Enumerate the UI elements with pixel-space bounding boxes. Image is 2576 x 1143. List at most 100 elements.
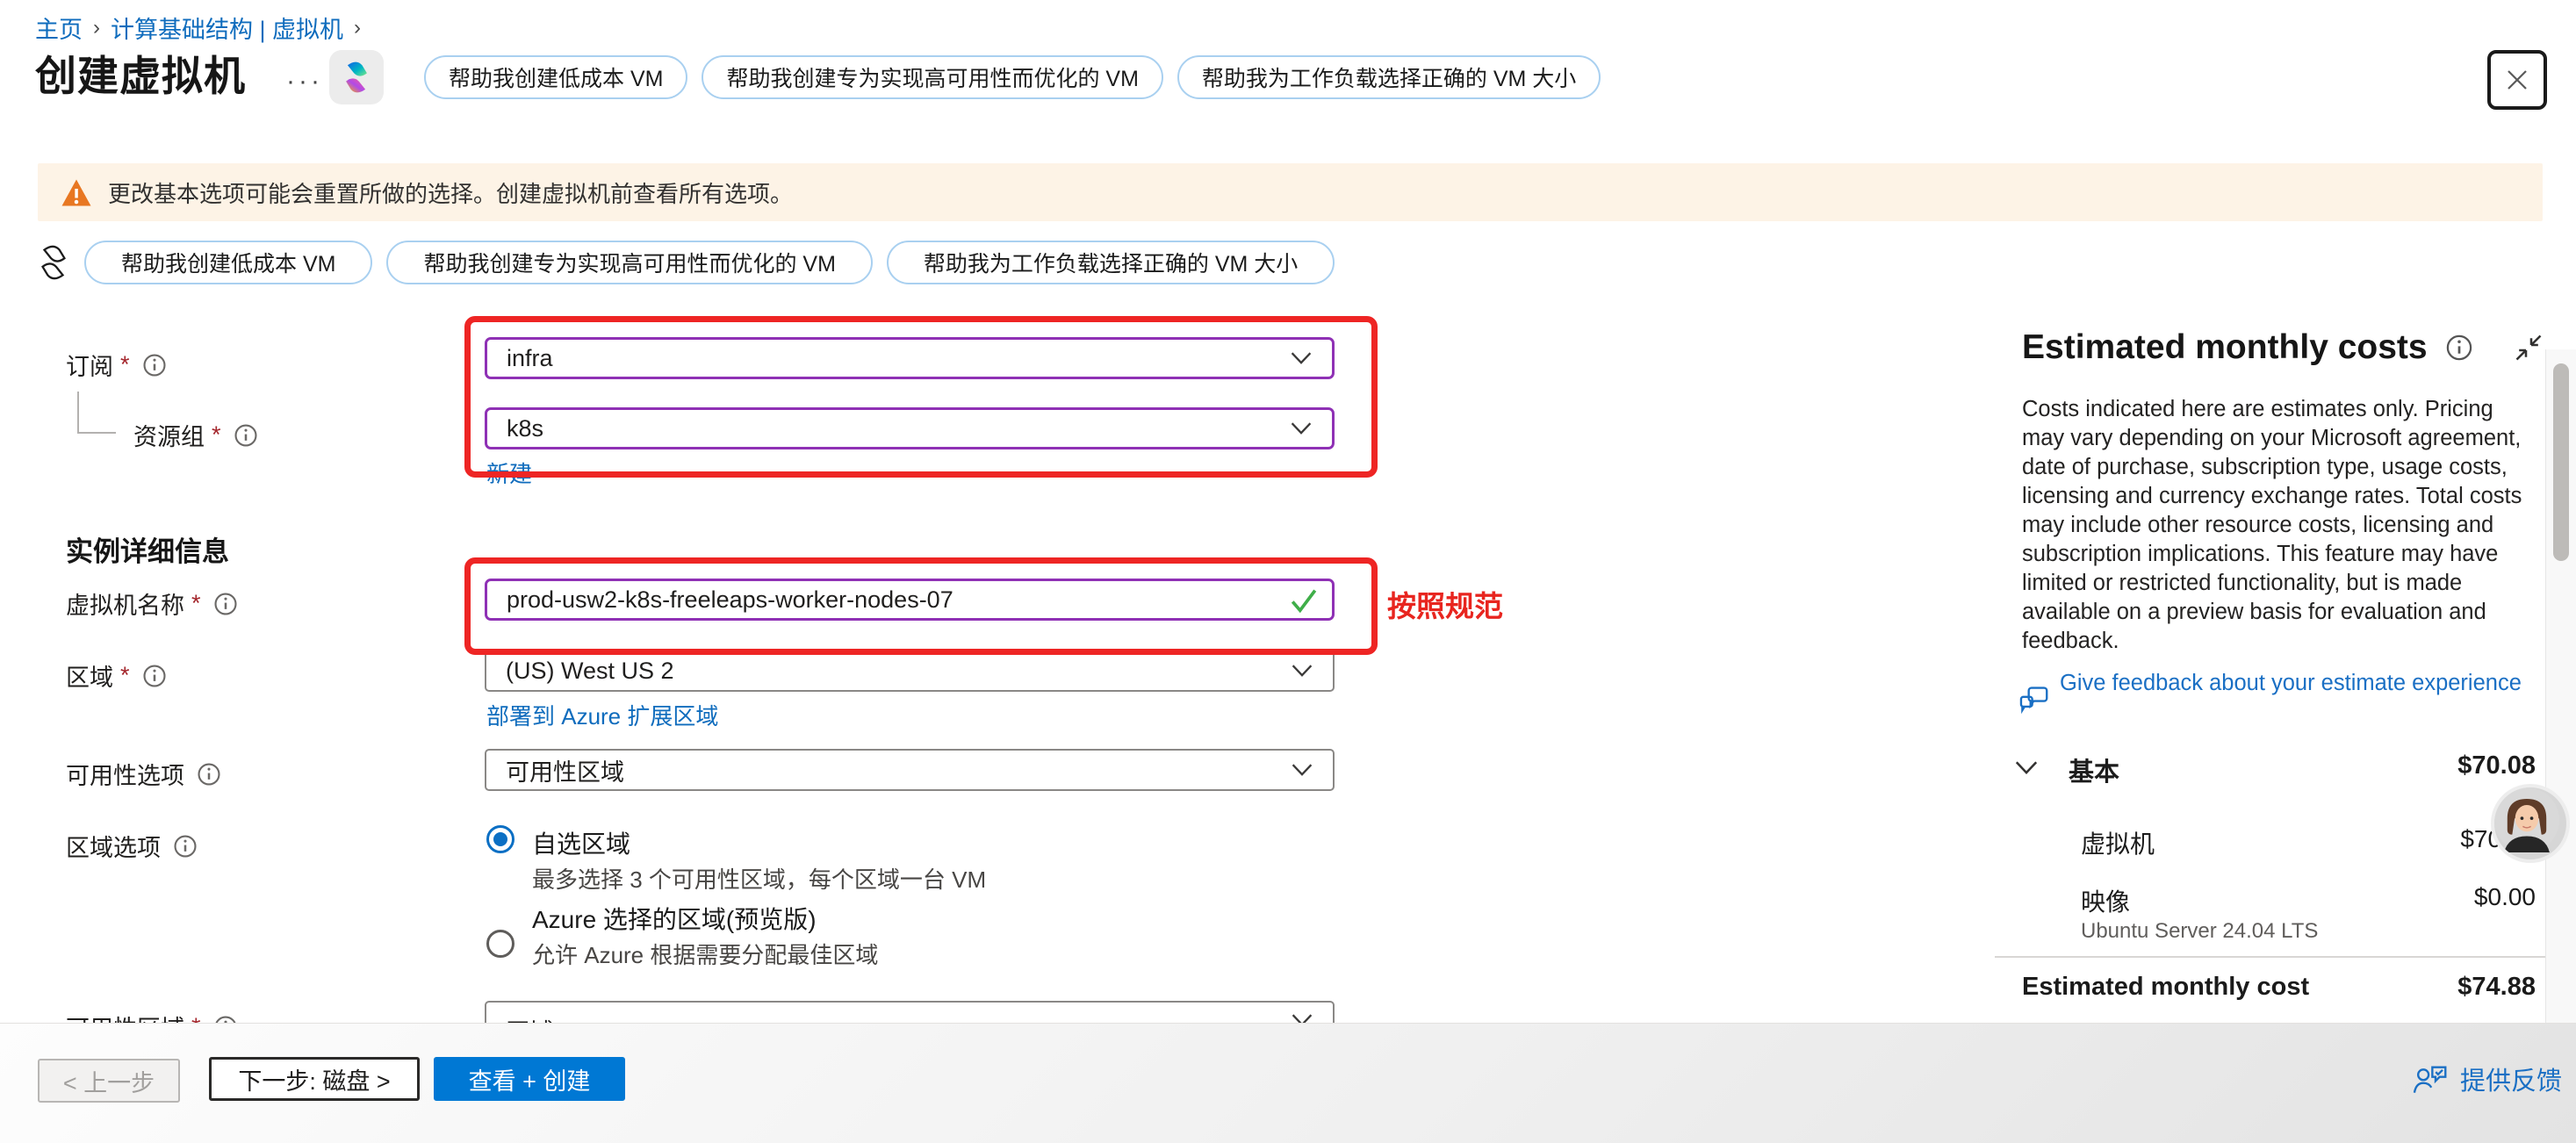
info-icon[interactable] bbox=[213, 1015, 238, 1024]
close-button[interactable] bbox=[2487, 50, 2547, 110]
warning-banner-text: 更改基本选项可能会重置所做的选择。创建虚拟机前查看所有选项。 bbox=[108, 176, 793, 209]
region-value: (US) West US 2 bbox=[506, 658, 674, 685]
info-icon[interactable] bbox=[173, 834, 198, 859]
azure-select-zones-label[interactable]: Azure 选择的区域(预览版) bbox=[532, 901, 817, 936]
cost-panel-description: Costs indicated here are estimates only.… bbox=[2022, 395, 2531, 656]
cost-image-value: $0.00 bbox=[2283, 883, 2536, 911]
estimate-feedback-link[interactable]: Give feedback about your estimate experi… bbox=[2060, 669, 2544, 698]
vm-name-input[interactable] bbox=[485, 579, 1335, 621]
deploy-edge-zone-link[interactable]: 部署到 Azure 扩展区域 bbox=[486, 699, 718, 731]
subscription-dropdown[interactable]: infra bbox=[485, 337, 1335, 379]
resource-group-label: 资源组* bbox=[133, 418, 258, 452]
cost-image-sub-label: Ubuntu Server 24.04 LTS bbox=[2081, 919, 2318, 944]
feedback-bubbles-icon bbox=[2018, 683, 2051, 721]
cost-total-value: $74.88 bbox=[2283, 973, 2536, 1002]
breadcrumb-home-link[interactable]: 主页 bbox=[35, 11, 83, 45]
copilot-icon bbox=[337, 58, 376, 97]
clipped-form-row: 可用性区域* 区域 1 bbox=[0, 999, 1493, 1023]
instance-details-section-title: 实例详细信息 bbox=[66, 529, 229, 569]
chevron-down-icon bbox=[1290, 421, 1313, 435]
field-connector-line bbox=[77, 392, 79, 434]
body-assist-buttons: 帮助我创建低成本 VM 帮助我创建专为实现高可用性而优化的 VM 帮助我为工作负… bbox=[84, 241, 1335, 284]
breadcrumb-section-link[interactable]: 计算基础结构 | 虚拟机 bbox=[111, 11, 343, 45]
chevron-down-icon bbox=[1290, 351, 1313, 365]
subscription-label: 订阅 * bbox=[66, 348, 167, 382]
assist-right-size-button[interactable]: 帮助我为工作负载选择正确的 VM 大小 bbox=[887, 241, 1335, 284]
info-icon[interactable] bbox=[142, 353, 167, 377]
availability-zone-dropdown[interactable]: 区域 1 bbox=[485, 1001, 1335, 1023]
availability-zone-value: 区域 1 bbox=[506, 1013, 573, 1023]
self-select-zones-radio[interactable] bbox=[486, 825, 514, 853]
azure-select-zones-radio[interactable] bbox=[486, 930, 514, 958]
header-assist-buttons: 帮助我创建低成本 VM 帮助我创建专为实现高可用性而优化的 VM 帮助我为工作负… bbox=[424, 55, 1601, 99]
give-feedback-link[interactable]: 提供反馈 bbox=[2411, 1060, 2562, 1097]
collapse-panel-icon[interactable] bbox=[2513, 332, 2544, 368]
info-icon[interactable] bbox=[234, 423, 258, 448]
breadcrumb: 主页 › 计算基础结构 | 虚拟机 › bbox=[35, 11, 361, 45]
self-select-zones-desc: 最多选择 3 个可用性区域，每个区域一台 VM bbox=[532, 862, 986, 895]
assist-low-cost-button[interactable]: 帮助我创建低成本 VM bbox=[424, 55, 687, 99]
page-title: 创建虚拟机 bbox=[35, 42, 246, 103]
close-icon bbox=[2504, 67, 2530, 93]
cost-basic-label[interactable]: 基本 bbox=[2069, 751, 2119, 788]
vm-name-label: 虚拟机名称 * bbox=[66, 586, 238, 621]
person-feedback-icon bbox=[2411, 1062, 2450, 1096]
warning-icon bbox=[61, 178, 92, 207]
breadcrumb-separator: › bbox=[93, 16, 100, 40]
cost-panel-title-text: Estimated monthly costs bbox=[2022, 328, 2428, 367]
required-marker: * bbox=[120, 351, 130, 378]
info-icon[interactable] bbox=[197, 762, 221, 787]
info-icon[interactable] bbox=[2445, 334, 2473, 362]
chevron-down-icon bbox=[1291, 1013, 1313, 1023]
create-vm-page: 主页 › 计算基础结构 | 虚拟机 › 创建虚拟机 ··· 帮助 bbox=[0, 0, 2576, 1143]
resource-group-value: k8s bbox=[507, 415, 543, 442]
breadcrumb-separator: › bbox=[354, 16, 361, 40]
chevron-down-icon[interactable] bbox=[2014, 760, 2039, 780]
assist-right-size-button[interactable]: 帮助我为工作负载选择正确的 VM 大小 bbox=[1177, 55, 1601, 99]
chevron-down-icon bbox=[1291, 763, 1313, 777]
copilot-outline-icon[interactable] bbox=[33, 242, 74, 287]
resource-group-label-text: 资源组 bbox=[133, 418, 205, 452]
warning-banner: 更改基本选项可能会重置所做的选择。创建虚拟机前查看所有选项。 bbox=[38, 163, 2543, 221]
info-icon[interactable] bbox=[213, 592, 238, 616]
previous-step-button[interactable]: < 上一步 bbox=[38, 1059, 180, 1103]
assist-high-availability-button[interactable]: 帮助我创建专为实现高可用性而优化的 VM bbox=[702, 55, 1162, 99]
copilot-button[interactable] bbox=[329, 50, 384, 104]
availability-options-label: 可用性选项 bbox=[66, 757, 221, 791]
region-dropdown[interactable]: (US) West US 2 bbox=[485, 650, 1335, 692]
naming-convention-annotation: 按照规范 bbox=[1387, 583, 1503, 625]
subscription-label-text: 订阅 bbox=[66, 348, 113, 382]
field-connector-line bbox=[77, 432, 116, 434]
subscription-value: infra bbox=[507, 345, 553, 372]
region-label-text: 区域 bbox=[66, 658, 113, 693]
required-marker: * bbox=[212, 421, 221, 449]
resource-group-dropdown[interactable]: k8s bbox=[485, 407, 1335, 449]
required-marker: * bbox=[120, 662, 130, 689]
required-marker: * bbox=[191, 590, 201, 617]
cost-image-label: 映像 bbox=[2081, 883, 2130, 918]
info-icon[interactable] bbox=[142, 664, 167, 688]
cost-basic-value: $70.08 bbox=[2283, 751, 2536, 780]
zone-options-label-text: 区域选项 bbox=[66, 829, 161, 863]
cost-vm-label: 虚拟机 bbox=[2081, 825, 2155, 860]
availability-zone-label: 可用性区域* bbox=[66, 1010, 238, 1023]
create-new-resource-group-link[interactable]: 新建 bbox=[486, 456, 532, 489]
more-actions-button[interactable]: ··· bbox=[286, 67, 323, 97]
assist-low-cost-button[interactable]: 帮助我创建低成本 VM bbox=[84, 241, 372, 284]
availability-options-dropdown[interactable]: 可用性区域 bbox=[485, 749, 1335, 791]
assistant-avatar[interactable] bbox=[2491, 784, 2570, 863]
give-feedback-label: 提供反馈 bbox=[2460, 1060, 2562, 1097]
valid-check-icon bbox=[1289, 586, 1319, 619]
zone-options-label: 区域选项 bbox=[66, 829, 198, 863]
chevron-down-icon bbox=[1291, 664, 1313, 678]
availability-zone-label-text: 可用性区域 bbox=[66, 1010, 184, 1023]
region-label: 区域 * bbox=[66, 658, 167, 693]
assist-high-availability-button[interactable]: 帮助我创建专为实现高可用性而优化的 VM bbox=[386, 241, 872, 284]
cost-total-label: Estimated monthly cost bbox=[2022, 973, 2309, 1002]
scrollbar-thumb[interactable] bbox=[2553, 363, 2569, 561]
cost-panel-divider bbox=[1995, 956, 2546, 958]
self-select-zones-label[interactable]: 自选区域 bbox=[532, 825, 630, 860]
next-step-disks-button[interactable]: 下一步: 磁盘 > bbox=[209, 1057, 420, 1101]
review-create-button[interactable]: 查看 + 创建 bbox=[434, 1057, 625, 1101]
vm-name-label-text: 虚拟机名称 bbox=[66, 586, 184, 621]
